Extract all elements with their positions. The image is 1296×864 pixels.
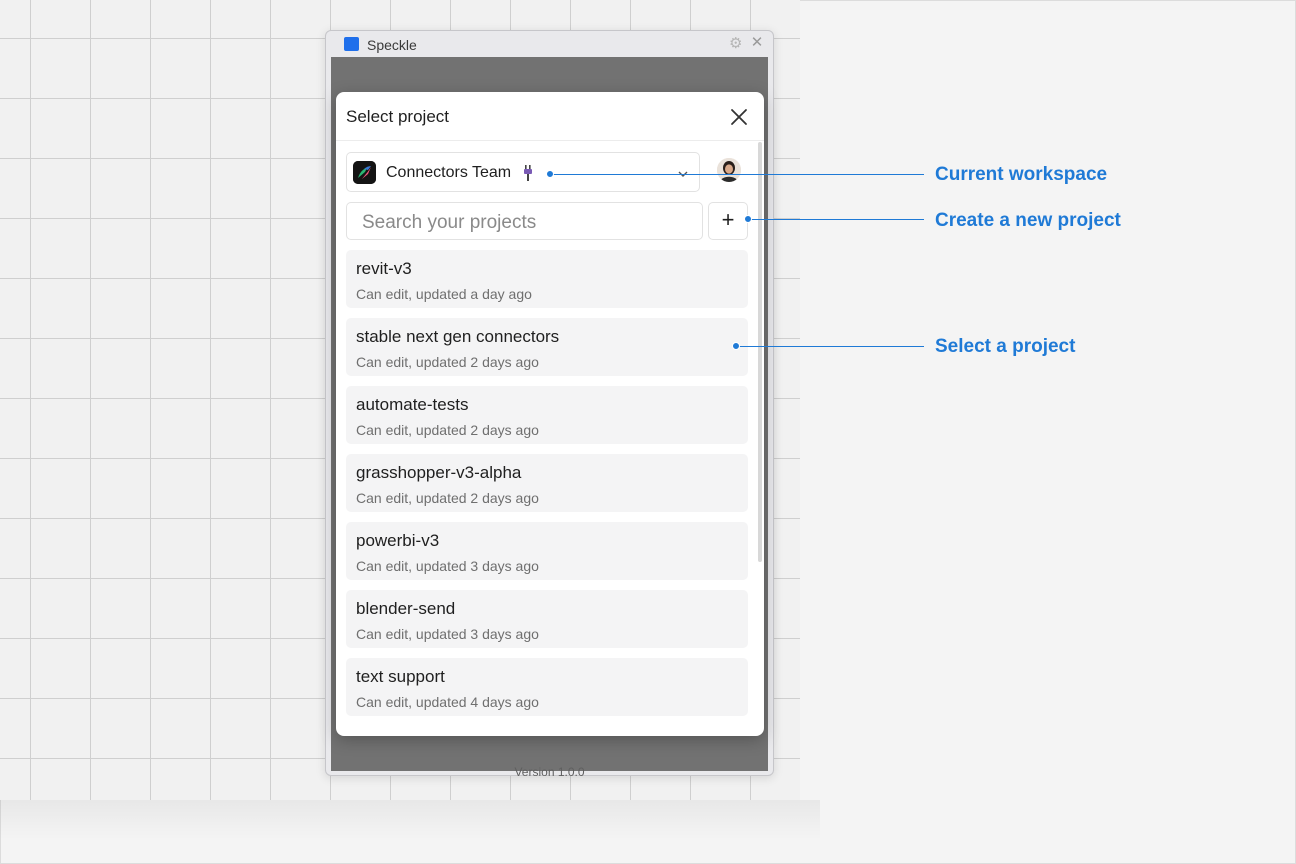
project-name: grasshopper-v3-alpha xyxy=(356,463,522,482)
project-meta: Can edit, updated 4 days ago xyxy=(356,694,539,710)
annotation-dot-workspace xyxy=(546,170,554,178)
search-input[interactable]: Search your projects xyxy=(346,202,703,240)
project-name: revit-v3 xyxy=(356,259,412,278)
search-placeholder: Search your projects xyxy=(362,212,537,233)
workspace-selector[interactable]: Connectors Team xyxy=(346,152,700,192)
annotation-line-select xyxy=(736,346,924,347)
project-list-item[interactable]: blender-send Can edit, updated 3 days ag… xyxy=(346,590,748,648)
project-name: automate-tests xyxy=(356,395,469,414)
project-list-item[interactable]: text support Can edit, updated 4 days ag… xyxy=(346,658,748,716)
window-close-icon[interactable]: ✕ xyxy=(749,35,765,51)
project-meta: Can edit, updated 2 days ago xyxy=(356,354,539,370)
workspace-name: Connectors Team xyxy=(386,164,512,181)
project-list-item[interactable]: grasshopper-v3-alpha Can edit, updated 2… xyxy=(346,454,748,512)
project-meta: Can edit, updated 2 days ago xyxy=(356,422,539,438)
project-name: powerbi-v3 xyxy=(356,531,440,550)
project-list-item[interactable]: powerbi-v3 Can edit, updated 3 days ago xyxy=(346,522,748,580)
gear-icon[interactable]: ⚙ xyxy=(729,36,745,52)
project-list-item[interactable]: stable next gen connectors Can edit, upd… xyxy=(346,318,748,376)
annotation-current-workspace: Current workspace xyxy=(935,164,1108,185)
project-list-item[interactable]: revit-v3 Can edit, updated a day ago xyxy=(346,250,748,308)
project-list: revit-v3 Can edit, updated a day ago sta… xyxy=(346,250,748,736)
project-list-item[interactable]: automate-tests Can edit, updated 2 days … xyxy=(346,386,748,444)
project-meta: Can edit, updated a day ago xyxy=(356,286,532,302)
annotation-line-workspace xyxy=(550,174,924,175)
annotation-dot-create xyxy=(744,215,752,223)
canvas-shadow xyxy=(0,800,820,840)
workspace-logo-icon xyxy=(353,161,376,184)
window-title: Speckle xyxy=(367,37,417,53)
project-meta: Can edit, updated 3 days ago xyxy=(356,626,539,642)
chevron-down-icon xyxy=(677,167,689,179)
version-label: Version 1.0.0 xyxy=(514,765,585,779)
dialog-header: Select project xyxy=(336,92,764,141)
speckle-logo-icon xyxy=(344,37,359,51)
project-meta: Can edit, updated 2 days ago xyxy=(356,490,539,506)
window-titlebar[interactable]: Speckle ⚙ ✕ xyxy=(326,31,773,57)
project-meta: Can edit, updated 3 days ago xyxy=(356,558,539,574)
project-name: text support xyxy=(356,667,445,686)
user-avatar[interactable] xyxy=(717,158,741,182)
annotation-select-project: Select a project xyxy=(935,336,1076,357)
dialog-title: Select project xyxy=(346,107,449,126)
plug-icon xyxy=(523,165,533,181)
annotation-line-create xyxy=(748,219,924,220)
list-scrollbar[interactable] xyxy=(758,142,762,562)
select-project-dialog: Select project Connectors Team Search yo… xyxy=(336,92,764,736)
add-project-button[interactable]: + xyxy=(708,202,748,240)
close-icon[interactable] xyxy=(728,106,750,128)
annotation-create-project: Create a new project xyxy=(935,210,1121,231)
project-name: blender-send xyxy=(356,599,456,618)
annotation-dot-select xyxy=(732,342,740,350)
project-name: stable next gen connectors xyxy=(356,327,560,346)
